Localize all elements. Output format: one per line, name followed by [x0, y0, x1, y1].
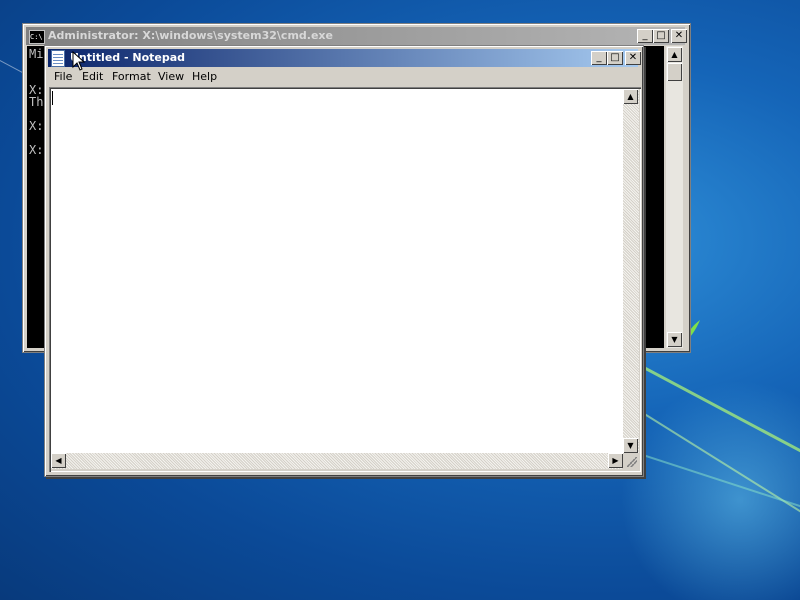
- cmd-scroll-thumb[interactable]: [667, 63, 682, 81]
- console-line: Th: [29, 95, 44, 109]
- notepad-window-title: Untitled - Notepad: [70, 51, 186, 64]
- cmd-window-title: Administrator: X:\windows\system32\cmd.e…: [48, 29, 333, 42]
- notepad-titlebar[interactable]: Untitled - Notepad _ □ ✕: [48, 49, 641, 67]
- console-line: Mi: [29, 47, 44, 61]
- scroll-up-arrow-icon[interactable]: ▲: [667, 47, 682, 62]
- notepad-menubar: File Edit Format View Help: [48, 68, 638, 87]
- notepad-text-area[interactable]: [51, 89, 623, 453]
- cmd-titlebar[interactable]: C:\ Administrator: X:\windows\system32\c…: [26, 27, 687, 45]
- notepad-maximize-button[interactable]: □: [607, 51, 623, 65]
- menu-format[interactable]: Format: [112, 70, 151, 83]
- notepad-vertical-scrollbar[interactable]: ▲ ▼: [623, 89, 639, 453]
- notepad-minimize-button[interactable]: _: [591, 51, 607, 65]
- notepad-horizontal-scrollbar[interactable]: ◀ ▶: [51, 453, 623, 469]
- notepad-window[interactable]: Untitled - Notepad _ □ ✕ File Edit Forma…: [44, 45, 644, 477]
- notepad-close-button[interactable]: ✕: [625, 51, 641, 65]
- cmd-minimize-button[interactable]: _: [637, 29, 653, 43]
- console-line: X:: [29, 119, 44, 133]
- menu-edit[interactable]: Edit: [82, 70, 103, 83]
- scroll-down-arrow-icon[interactable]: ▼: [667, 332, 682, 347]
- mouse-pointer-icon: [72, 51, 86, 71]
- cmd-app-icon[interactable]: C:\: [29, 30, 45, 44]
- resize-grip-icon[interactable]: [623, 453, 639, 469]
- cmd-maximize-button[interactable]: □: [653, 29, 669, 43]
- menu-help[interactable]: Help: [192, 70, 217, 83]
- cmd-close-button[interactable]: ✕: [671, 29, 687, 43]
- desktop-glow: [620, 380, 800, 600]
- menu-view[interactable]: View: [158, 70, 184, 83]
- scroll-left-arrow-icon[interactable]: ◀: [51, 453, 66, 468]
- console-line: X:: [29, 143, 44, 157]
- cmd-vertical-scrollbar[interactable]: ▲ ▼: [666, 46, 683, 348]
- notepad-app-icon[interactable]: [51, 50, 65, 67]
- notepad-edit-frame: ▲ ▼ ◀ ▶: [49, 87, 641, 472]
- menu-file[interactable]: File: [54, 70, 72, 83]
- scroll-right-arrow-icon[interactable]: ▶: [608, 453, 623, 468]
- scroll-down-arrow-icon[interactable]: ▼: [623, 438, 638, 453]
- scroll-up-arrow-icon[interactable]: ▲: [623, 89, 638, 104]
- text-caret: [52, 91, 53, 105]
